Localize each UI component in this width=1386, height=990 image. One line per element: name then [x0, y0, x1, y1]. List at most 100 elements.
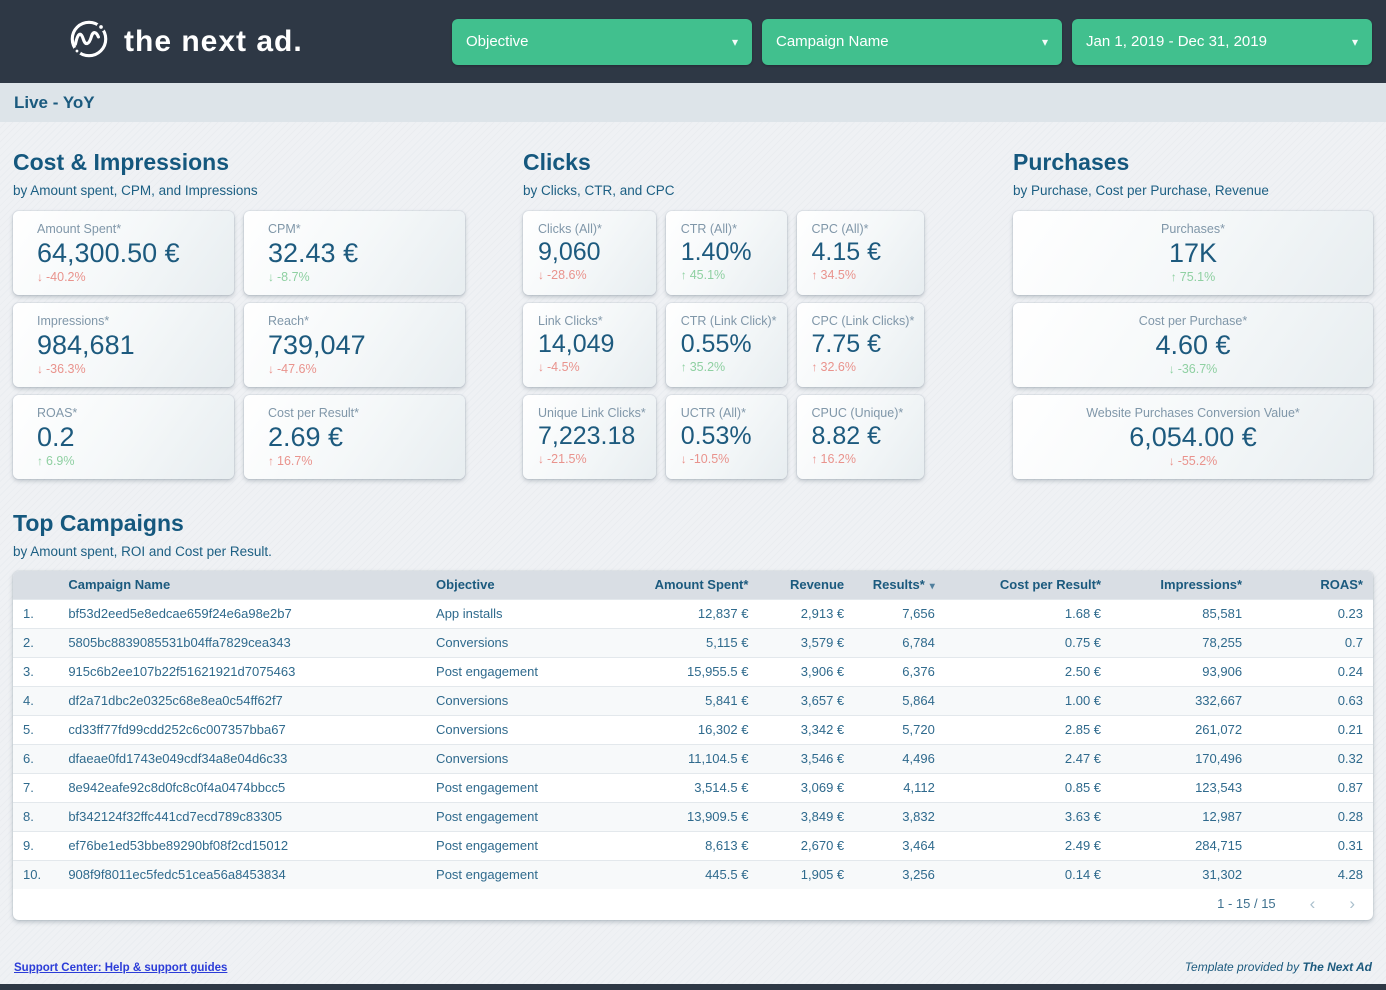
arrow-down-icon: ↓ [538, 452, 544, 466]
table-cell: 7,656 [854, 599, 945, 628]
kpi-value: 984,681 [37, 329, 224, 361]
table-cell: 11,104.5 € [597, 744, 758, 773]
table-cell: 31,302 [1111, 860, 1252, 889]
table-cell: 0.63 [1252, 686, 1373, 715]
column-header-label: Objective [436, 577, 495, 592]
row-rank: 9. [13, 831, 58, 860]
kpi-section-purchases: Purchasesby Purchase, Cost per Purchase,… [1013, 122, 1373, 479]
table-cell: 3.63 € [945, 802, 1111, 831]
arrow-down-icon: ↓ [681, 452, 687, 466]
kpi-card-clicks-all: Clicks (All)*9,060↓-28.6% [523, 211, 656, 295]
top-campaigns-table-card: Campaign NameObjectiveAmount Spent*Reven… [13, 571, 1373, 920]
row-rank: 8. [13, 802, 58, 831]
table-cell: Conversions [426, 628, 597, 657]
kpi-label: Purchases* [1023, 222, 1363, 236]
kpi-label: Clicks (All)* [538, 222, 646, 236]
kpi-change: ↑34.5% [812, 268, 915, 282]
table-row: 8.bf342124f32ffc441cd7ecd789c83305Post e… [13, 802, 1373, 831]
kpi-change: ↑6.9% [37, 454, 224, 468]
kpi-value: 0.53% [681, 421, 777, 451]
previous-page-icon[interactable]: ‹ [1310, 895, 1316, 912]
table-cell: 85,581 [1111, 599, 1252, 628]
table-cell: Conversions [426, 686, 597, 715]
filter-bar: Objective ▾ Campaign Name ▾ Jan 1, 2019 … [452, 19, 1372, 65]
campaign-name-cell: df2a71dbc2e0325c68e8ea0c54ff62f7 [58, 686, 426, 715]
kpi-change: ↑35.2% [681, 360, 777, 374]
section-title: Purchases [1013, 149, 1373, 176]
campaign-name-cell: cd33ff77fd99cdd252c6c007357bba67 [58, 715, 426, 744]
objective-filter-dropdown[interactable]: Objective ▾ [452, 19, 752, 65]
kpi-card-cpc-all: CPC (All)*4.15 €↑34.5% [797, 211, 925, 295]
template-credit-brand: The Next Ad [1302, 960, 1372, 974]
section-title: Clicks [523, 149, 907, 176]
kpi-change-value: 34.5% [821, 268, 856, 282]
top-campaigns-title: Top Campaigns [13, 510, 1373, 537]
kpi-value: 14,049 [538, 329, 646, 359]
kpi-change: ↑16.7% [268, 454, 455, 468]
kpi-change: ↓-40.2% [37, 270, 224, 284]
campaign-name-cell: bf53d2eed5e8edcae659f24e6a98e2b7 [58, 599, 426, 628]
table-cell: 0.75 € [945, 628, 1111, 657]
kpi-label: ROAS* [37, 406, 224, 420]
table-cell: 261,072 [1111, 715, 1252, 744]
kpi-change-value: -55.2% [1178, 454, 1218, 468]
table-cell: 15,955.5 € [597, 657, 758, 686]
arrow-down-icon: ↓ [37, 362, 43, 376]
kpi-change: ↑75.1% [1023, 270, 1363, 284]
table-cell: 4,496 [854, 744, 945, 773]
kpi-value: 64,300.50 € [37, 237, 224, 269]
kpi-value: 4.60 € [1023, 329, 1363, 361]
kpi-card-cost-per-result: Cost per Result*2.69 €↑16.7% [244, 395, 465, 479]
kpi-value: 32.43 € [268, 237, 455, 269]
campaign-name-cell: bf342124f32ffc441cd7ecd789c83305 [58, 802, 426, 831]
arrow-down-icon: ↓ [1169, 454, 1175, 468]
table-cell: 5,115 € [597, 628, 758, 657]
kpi-sections: Cost & Impressionsby Amount spent, CPM, … [13, 122, 1373, 479]
table-row: 3.915c6b2ee107b22f51621921d7075463Post e… [13, 657, 1373, 686]
table-cell: 2.50 € [945, 657, 1111, 686]
view-mode-bar: Live - YoY [0, 83, 1386, 122]
kpi-card-roas: ROAS*0.2↑6.9% [13, 395, 234, 479]
next-page-icon[interactable]: › [1349, 895, 1355, 912]
table-cell: Post engagement [426, 657, 597, 686]
row-rank: 3. [13, 657, 58, 686]
campaign-name-filter-dropdown[interactable]: Campaign Name ▾ [762, 19, 1062, 65]
kpi-value: 7.75 € [812, 329, 915, 359]
table-cell: 3,579 € [758, 628, 854, 657]
template-credit: Template provided by The Next Ad [1185, 960, 1372, 974]
support-center-link[interactable]: Support Center: Help & support guides [14, 962, 227, 974]
kpi-change-value: -4.5% [547, 360, 580, 374]
kpi-label: Unique Link Clicks* [538, 406, 646, 420]
date-range-picker[interactable]: Jan 1, 2019 - Dec 31, 2019 ▾ [1072, 19, 1372, 65]
table-row: 5.cd33ff77fd99cdd252c6c007357bba67Conver… [13, 715, 1373, 744]
bottom-divider-bar [0, 984, 1386, 990]
kpi-value: 17K [1023, 237, 1363, 269]
row-rank: 4. [13, 686, 58, 715]
campaign-name-cell: 8e942eafe92c8d0fc8c0f4a0474bbcc5 [58, 773, 426, 802]
row-rank: 1. [13, 599, 58, 628]
column-header-results[interactable]: Results*▾ [854, 571, 945, 599]
table-row: 4.df2a71dbc2e0325c68e8ea0c54ff62f7Conver… [13, 686, 1373, 715]
campaign-name-filter-label: Campaign Name [776, 33, 889, 50]
kpi-value: 8.82 € [812, 421, 915, 451]
table-cell: 0.31 [1252, 831, 1373, 860]
table-cell: 3,906 € [758, 657, 854, 686]
sort-descending-icon[interactable]: ▾ [930, 581, 935, 592]
column-header-label: Amount Spent* [655, 577, 749, 592]
table-row: 6.dfaeae0fd1743e049cdf34a8e04d6c33Conver… [13, 744, 1373, 773]
kpi-card-cpc-link-clicks: CPC (Link Clicks)*7.75 €↑32.6% [797, 303, 925, 387]
kpi-card-cpuc-unique: CPUC (Unique)*8.82 €↑16.2% [797, 395, 925, 479]
table-cell: 5,841 € [597, 686, 758, 715]
kpi-label: Website Purchases Conversion Value* [1023, 406, 1363, 420]
kpi-change: ↓-36.7% [1023, 362, 1363, 376]
kpi-section-clicks: Clicksby Clicks, CTR, and CPCClicks (All… [523, 122, 907, 479]
table-cell: 8,613 € [597, 831, 758, 860]
kpi-card-grid: Clicks (All)*9,060↓-28.6%CTR (All)*1.40%… [523, 211, 907, 479]
table-cell: 0.23 [1252, 599, 1373, 628]
column-header-cost-per-result: Cost per Result* [945, 571, 1111, 599]
dashboard-content: Cost & Impressionsby Amount spent, CPM, … [0, 122, 1386, 920]
section-title: Cost & Impressions [13, 149, 465, 176]
table-cell: 2.85 € [945, 715, 1111, 744]
table-cell: 5,720 [854, 715, 945, 744]
row-rank: 10. [13, 860, 58, 889]
